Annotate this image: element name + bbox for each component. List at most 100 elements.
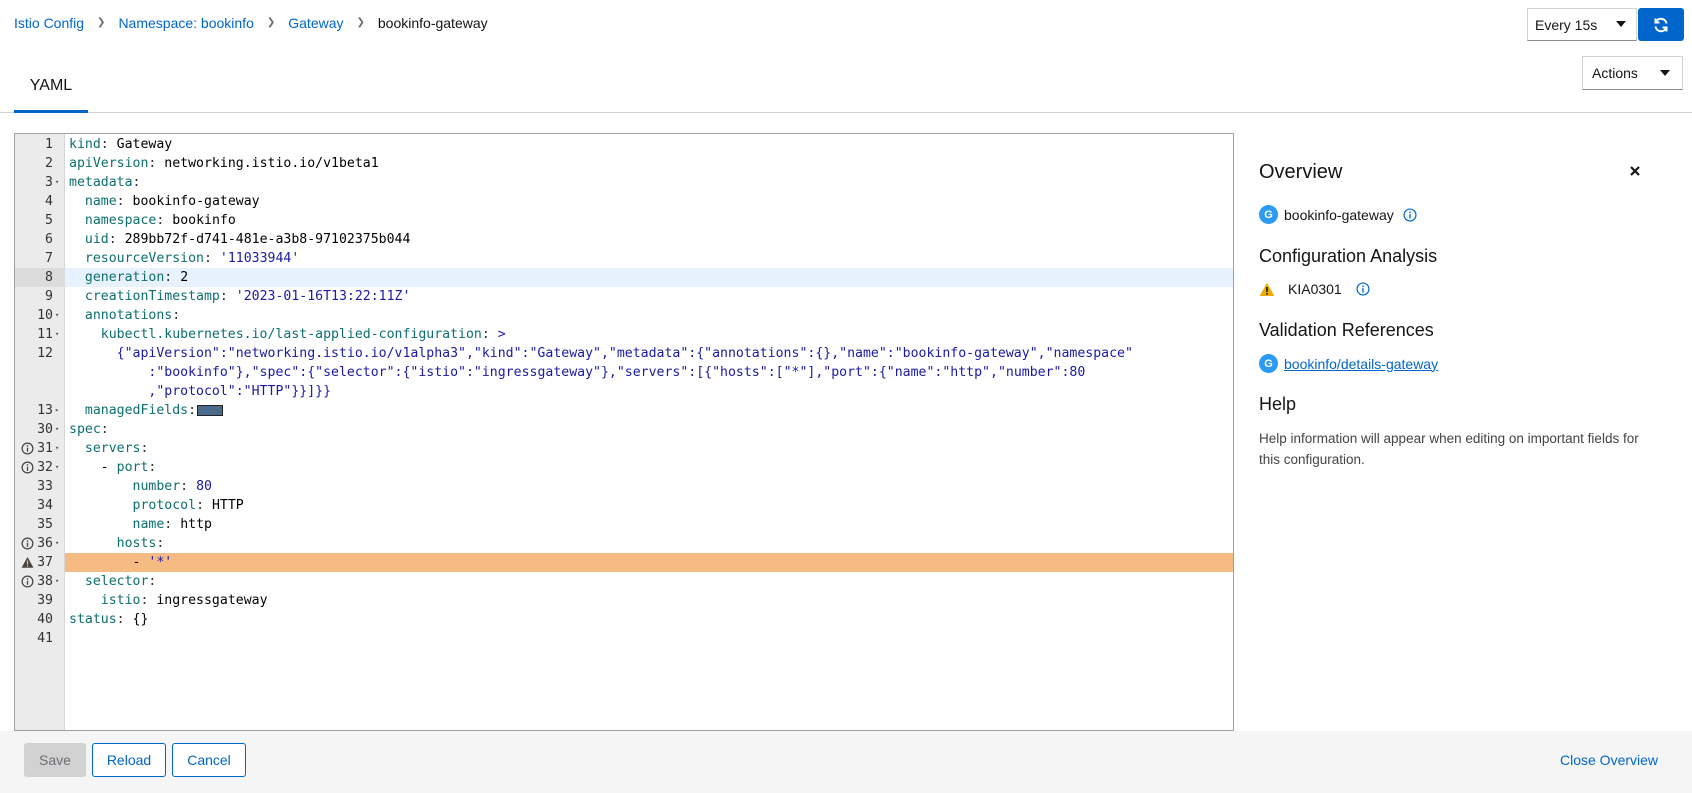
fold-toggle-icon[interactable]: ▾ [55,439,59,458]
code-text: ,"protocol":"HTTP"}}]}} [69,382,331,401]
fold-toggle-icon[interactable]: ▾ [55,534,59,553]
breadcrumb-gateway[interactable]: Gateway [288,15,343,31]
line-number: 41 [37,631,53,646]
fold-toggle-icon[interactable]: ▾ [55,420,59,439]
validation-row: G bookinfo/details-gateway [1259,354,1438,373]
warning-icon[interactable] [21,556,34,569]
tab-bar: YAML [0,62,1692,113]
code-line[interactable]: 36 ▾ hosts: [15,534,1233,553]
code-line[interactable]: 39 istio: ingressgateway [15,591,1233,610]
info-icon[interactable] [1356,282,1370,296]
breadcrumb-istio-config[interactable]: Istio Config [14,15,84,31]
code-line[interactable]: 38 ▾ selector: [15,572,1233,591]
code-token: : [164,270,181,285]
code-line[interactable]: 8 generation: 2 [15,268,1233,287]
code-line[interactable]: 1 kind: Gateway [15,135,1233,154]
code-token: > [497,327,506,342]
code-line[interactable]: 3 ▾ metadata: [15,173,1233,192]
code-line[interactable]: 4 name: bookinfo-gateway [15,192,1233,211]
cancel-button[interactable]: Cancel [172,743,246,777]
code-line[interactable]: 5 namespace: bookinfo [15,211,1233,230]
validation-reference-link[interactable]: bookinfo/details-gateway [1284,356,1438,372]
code-text: istio: ingressgateway [69,591,268,610]
line-number: 9 [45,289,53,304]
code-line[interactable]: 35 name: http [15,515,1233,534]
code-text: annotations: [69,306,180,325]
code-line[interactable]: 9 creationTimestamp: '2023-01-16T13:22:1… [15,287,1233,306]
close-icon[interactable] [1627,163,1643,179]
info-icon[interactable] [1403,207,1417,222]
code-line[interactable]: 31 ▾ servers: [15,439,1233,458]
breadcrumb-namespace[interactable]: Namespace: bookinfo [118,15,253,31]
code-token: : [180,479,197,494]
info-icon[interactable] [21,537,34,550]
line-number: 4 [45,194,53,209]
code-token: : [172,308,181,323]
code-token: - [69,460,117,475]
code-token: : [148,574,157,589]
save-button[interactable]: Save [24,743,86,777]
analysis-code: KIA0301 [1288,281,1342,297]
fold-toggle-icon[interactable]: ▾ [55,572,59,591]
fold-toggle-icon[interactable]: ▾ [55,173,59,192]
code-text: kubectl.kubernetes.io/last-applied-confi… [69,325,506,344]
fold-toggle-icon[interactable]: ▾ [55,325,59,344]
code-token: protocol [132,498,197,513]
yaml-editor[interactable]: 1 kind: Gateway 2 apiVersion: networking.is… [14,133,1234,731]
code-line[interactable]: 32 ▾ - port: [15,458,1233,477]
code-line[interactable]: 33 number: 80 [15,477,1233,496]
line-number: 34 [37,498,53,513]
code-line[interactable]: 30 ▾ spec: [15,420,1233,439]
code-token: http [180,517,212,532]
code-line[interactable]: 10 ▾ annotations: [15,306,1233,325]
code-token: : [100,137,117,152]
code-line[interactable]: :"bookinfo"},"spec":{"selector":{"istio"… [15,363,1233,382]
code-line[interactable]: 11 ▾ kubectl.kubernetes.io/last-applied-c… [15,325,1233,344]
fold-toggle-icon[interactable]: ▾ [55,306,59,325]
info-icon[interactable] [21,461,34,474]
chevron-right-icon: ❯ [97,16,106,28]
code-line[interactable]: 41 [15,629,1233,648]
code-line[interactable]: 40 status: {} [15,610,1233,629]
code-line[interactable]: 34 protocol: HTTP [15,496,1233,515]
code-line[interactable]: 37 - '*' [15,553,1233,572]
code-token: generation [84,270,165,285]
close-overview-link[interactable]: Close Overview [1560,752,1658,768]
top-bar: Istio Config ❯ Namespace: bookinfo ❯ Gat… [0,0,1692,48]
code-line[interactable]: 12 {"apiVersion":"networking.istio.io/v1… [15,344,1233,363]
actions-dropdown[interactable]: Actions [1582,56,1683,90]
code-line[interactable]: 7 resourceVersion: '11033944' [15,249,1233,268]
reload-button[interactable]: Reload [92,743,166,777]
code-line[interactable]: 2 apiVersion: networking.istio.io/v1beta1 [15,154,1233,173]
line-number: 7 [45,251,53,266]
code-token: - [69,555,149,570]
tab-yaml[interactable]: YAML [14,62,88,113]
actions-label: Actions [1592,65,1638,81]
code-token: istio [100,593,141,608]
code-line[interactable]: 13 ▸ managedFields: [15,401,1233,420]
code-token: ,"protocol":"HTTP"}}]}} [148,384,332,399]
info-icon[interactable] [21,575,34,588]
code-token: '11033944' [219,251,300,266]
code-line[interactable]: ,"protocol":"HTTP"}}]}} [15,382,1233,401]
info-icon[interactable] [21,442,34,455]
code-token: :"bookinfo"},"spec":{"selector":{"istio"… [148,365,1086,380]
code-token: hosts [116,536,157,551]
code-token: : [116,612,133,627]
refresh-button[interactable] [1638,8,1684,41]
collapsed-fold-marker[interactable] [197,404,224,416]
line-number: 39 [37,593,53,608]
refresh-interval-select[interactable]: Every 15s [1527,8,1637,41]
fold-toggle-icon[interactable]: ▾ [55,458,59,477]
fold-toggle-icon[interactable]: ▸ [55,401,59,420]
code-text: status: {} [69,610,148,629]
gateway-badge: G [1259,354,1278,373]
code-line[interactable]: 6 uid: 289bb72f-d741-481e-a3b8-97102375b… [15,230,1233,249]
code-text: - '*' [69,553,173,572]
code-text: hosts: [69,534,165,553]
code-text: uid: 289bb72f-d741-481e-a3b8-97102375b04… [69,230,411,249]
